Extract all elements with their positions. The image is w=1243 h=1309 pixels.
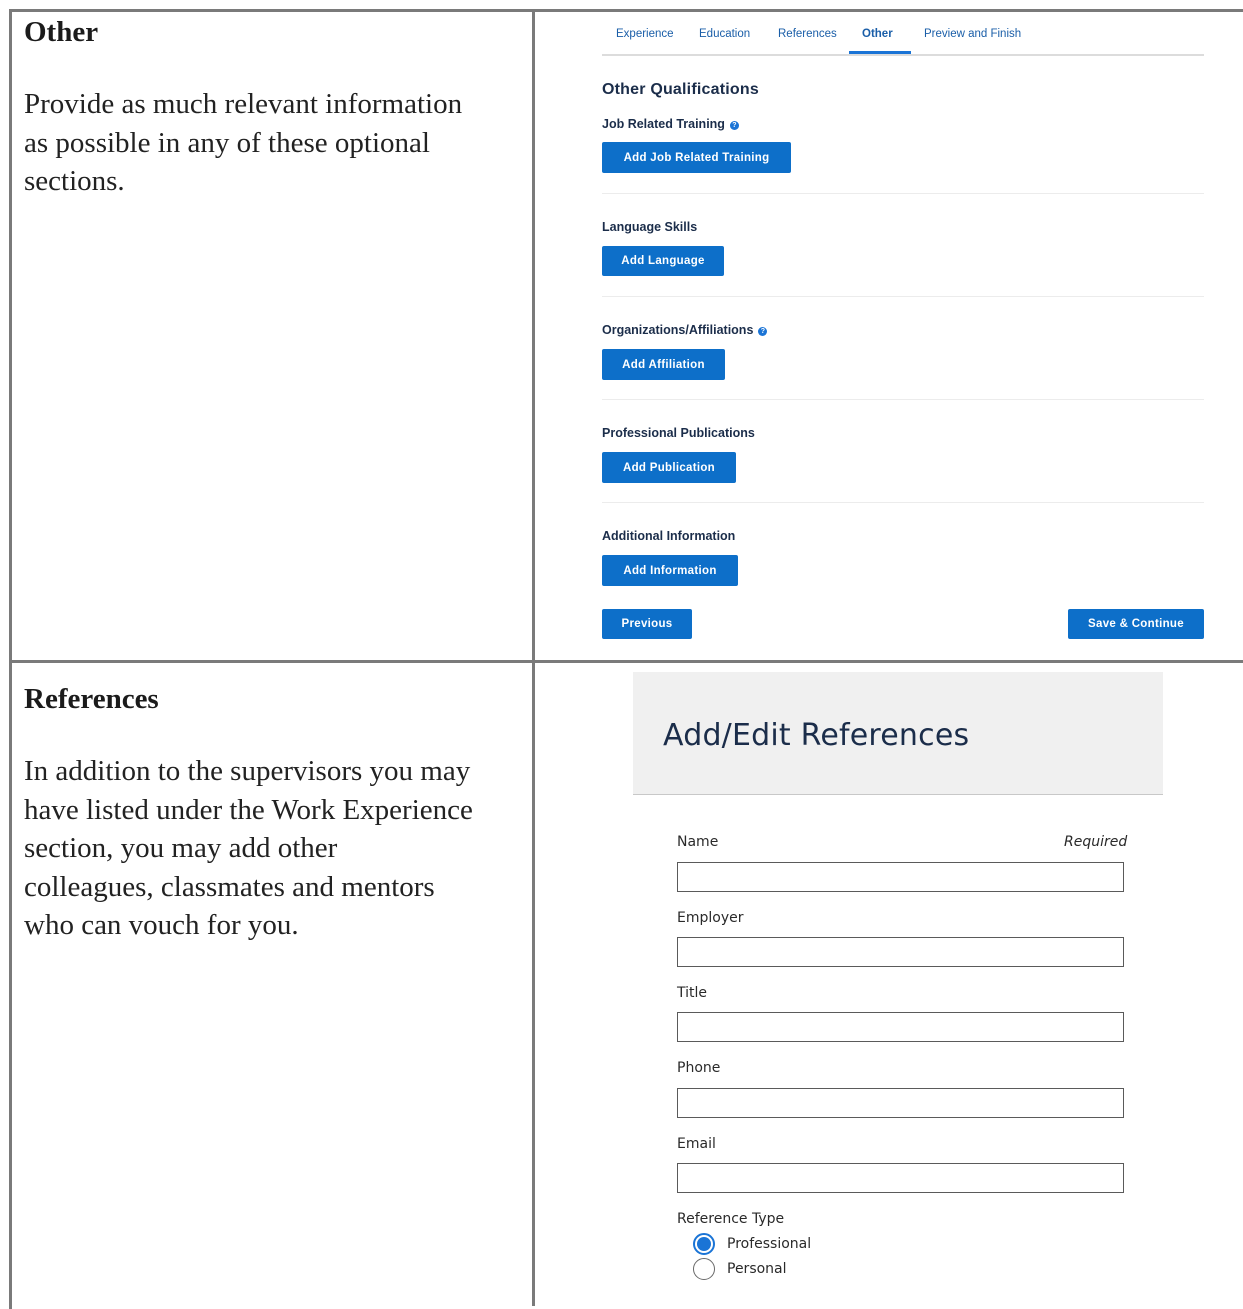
add-information-button[interactable]: Add Information [602,555,738,586]
phone-field[interactable] [677,1088,1124,1118]
references-title: References [24,683,159,715]
column-divider [532,9,535,1306]
add-job-related-training-button[interactable]: Add Job Related Training [602,142,791,173]
section-divider [602,296,1204,297]
job-related-training-label: Job Related Training? [602,117,739,131]
tab-other[interactable]: Other [862,28,893,40]
save-and-continue-button[interactable]: Save & Continue [1068,609,1204,639]
title-field[interactable] [677,1012,1124,1042]
required-label: Required [1064,834,1128,850]
employer-field[interactable] [677,937,1124,967]
email-label: Email [677,1136,716,1152]
personal-radio[interactable] [693,1258,715,1280]
additional-information-label: Additional Information [602,529,736,543]
name-label: Name [677,834,719,850]
add-language-button[interactable]: Add Language [602,246,724,276]
name-field[interactable] [677,862,1124,892]
other-description-cell: Other Provide as much relevant informati… [24,16,504,201]
personal-radio-label[interactable]: Personal [727,1261,787,1277]
references-description: In addition to the supervisors you may h… [24,755,473,941]
references-form-title: Add/Edit References [663,718,970,753]
employer-label: Employer [677,910,744,926]
section-divider [602,502,1204,503]
tab-education[interactable]: Education [699,28,750,40]
active-tab-indicator [849,51,911,54]
add-publication-button[interactable]: Add Publication [602,452,736,483]
professional-radio[interactable] [693,1233,715,1255]
professional-radio-label[interactable]: Professional [727,1236,811,1252]
language-skills-label: Language Skills [602,220,698,234]
info-icon[interactable]: ? [758,327,768,336]
section-divider [602,193,1204,194]
references-description-cell: References In addition to the supervisor… [24,683,504,945]
row-divider [9,660,1243,663]
other-qualifications-heading: Other Qualifications [602,81,759,98]
phone-label: Phone [677,1060,721,1076]
organizations-affiliations-label: Organizations/Affiliations? [602,323,768,337]
add-affiliation-button[interactable]: Add Affiliation [602,349,725,380]
professional-publications-label: Professional Publications [602,426,755,440]
email-field[interactable] [677,1163,1124,1193]
section-divider [602,399,1204,400]
tab-preview-and-finish[interactable]: Preview and Finish [924,28,1021,40]
info-icon[interactable]: ? [729,121,739,130]
title-label: Title [677,985,708,1001]
reference-type-label: Reference Type [677,1211,785,1227]
previous-button[interactable]: Previous [602,609,692,639]
other-title: Other [24,16,99,48]
other-description: Provide as much relevant information as … [24,88,463,197]
tab-references[interactable]: References [778,28,837,40]
tab-experience[interactable]: Experience [616,28,674,40]
